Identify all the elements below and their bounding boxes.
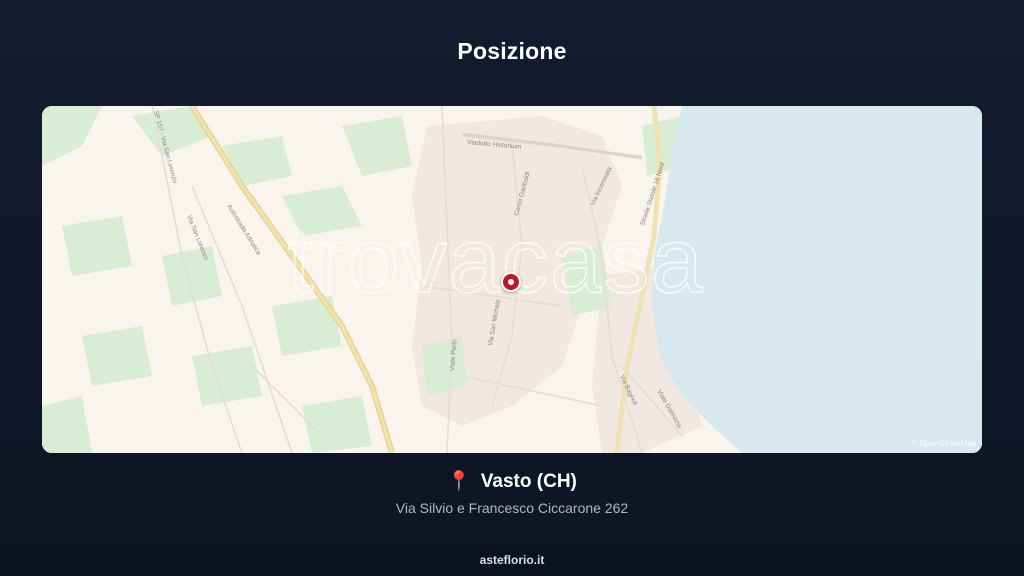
location-marker-icon[interactable] [501, 272, 521, 292]
location-name: Vasto (CH) [480, 471, 577, 492]
location-address: Via Silvio e Francesco Ciccarone 262 [395, 500, 629, 516]
map[interactable]: Viadotto Histonium Strada Statale 16 Nor… [42, 106, 982, 453]
map-attribution[interactable]: © OpenStreetMap [911, 439, 976, 448]
map-pin-icon: 📍 [447, 471, 471, 492]
location-heading: 📍 Vasto (CH) [0, 471, 1024, 493]
footer-site-link[interactable]: asteflorio.it [480, 553, 545, 567]
section-title: Posizione [457, 38, 567, 64]
footer: asteflorio.it [0, 544, 1024, 576]
location-section: Posizione Viadotto Histonium Strada Stat… [0, 0, 1024, 576]
